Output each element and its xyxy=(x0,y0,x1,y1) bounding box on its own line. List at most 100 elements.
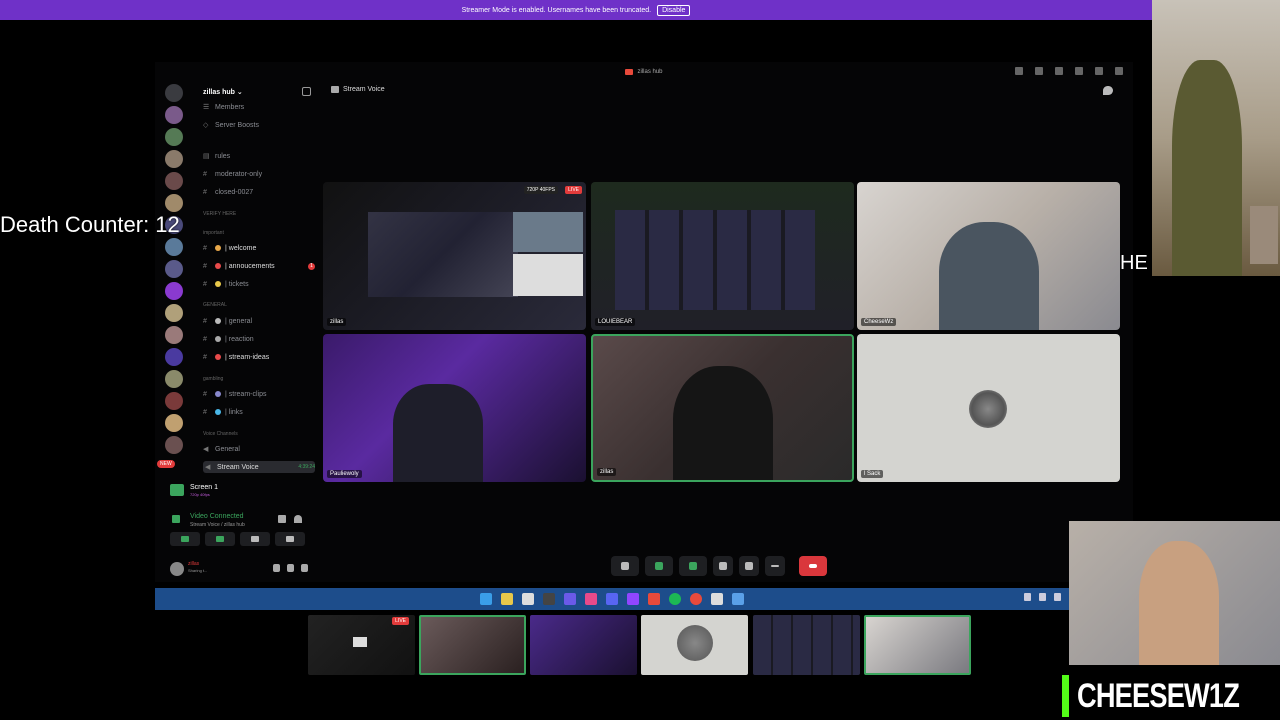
app-icon[interactable] xyxy=(690,593,702,605)
window-titlebar: zillas hub xyxy=(155,62,1133,82)
speaker-icon: ◀ xyxy=(203,446,209,453)
share-screen-button[interactable] xyxy=(205,532,235,546)
server-icon[interactable] xyxy=(165,128,183,146)
spotify-icon[interactable] xyxy=(669,593,681,605)
maximize-icon[interactable] xyxy=(1095,67,1103,75)
obs-icon[interactable] xyxy=(543,593,555,605)
video-tile[interactable]: Pauliewoly xyxy=(323,334,586,482)
speaker-icon xyxy=(331,86,339,93)
video-tile-selected[interactable]: zillas xyxy=(591,334,854,482)
strip-tile[interactable] xyxy=(753,615,860,675)
voice-status[interactable]: Video Connected xyxy=(190,513,244,520)
app-icon[interactable] xyxy=(627,593,639,605)
channel-item[interactable]: ▤ rules xyxy=(203,150,315,162)
add-member-icon[interactable] xyxy=(302,87,311,96)
channel-item[interactable]: ◇ Server Boosts xyxy=(203,119,315,131)
channel-item[interactable]: # | tickets xyxy=(203,278,315,290)
start-icon[interactable] xyxy=(480,593,492,605)
app-icon[interactable] xyxy=(711,593,723,605)
voice-channel-active[interactable]: ◀ Stream Voice 4:39:24 xyxy=(203,461,315,473)
microphone-icon[interactable] xyxy=(1039,593,1046,601)
channel-item[interactable]: # | links xyxy=(203,406,315,418)
channel-logo: CHEESEW1Z xyxy=(1062,672,1280,720)
soundboard-button[interactable] xyxy=(275,532,305,546)
channel-category[interactable]: gambling xyxy=(203,373,315,385)
camera-toggle-button[interactable] xyxy=(645,556,673,576)
minimize-icon[interactable] xyxy=(1075,67,1083,75)
strip-tile[interactable]: LIVE xyxy=(308,615,415,675)
chevron-up-icon[interactable] xyxy=(1024,593,1031,601)
server-icon[interactable] xyxy=(165,260,183,278)
strip-tile[interactable] xyxy=(864,615,971,675)
server-icon[interactable] xyxy=(165,106,183,124)
grid-icon xyxy=(719,562,727,570)
disconnect-icon[interactable] xyxy=(294,515,302,523)
mute-button[interactable] xyxy=(611,556,639,576)
inbox-icon[interactable] xyxy=(1035,67,1043,75)
screen-share-button[interactable] xyxy=(679,556,707,576)
channel-category[interactable]: Voice Channels xyxy=(203,428,315,440)
avatar[interactable] xyxy=(170,562,184,576)
channel-item[interactable]: # | reaction xyxy=(203,333,315,345)
server-icon[interactable] xyxy=(165,392,183,410)
server-icon[interactable] xyxy=(165,348,183,366)
channel-label: rules xyxy=(215,152,231,160)
server-icon[interactable] xyxy=(165,304,183,322)
camera-button[interactable] xyxy=(170,532,200,546)
channel-item[interactable]: # | stream-ideas xyxy=(203,351,315,363)
video-tile[interactable]: CheeseWz xyxy=(857,182,1120,330)
video-tile[interactable]: LOUIEBEAR xyxy=(591,182,854,330)
channel-item[interactable]: # | welcome xyxy=(203,242,315,254)
chrome-icon[interactable] xyxy=(522,593,534,605)
server-icon[interactable] xyxy=(165,326,183,344)
channel-item[interactable]: # | general xyxy=(203,315,315,327)
server-icon[interactable] xyxy=(165,150,183,168)
discord-icon[interactable] xyxy=(606,593,618,605)
help-icon[interactable] xyxy=(1055,67,1063,75)
activities-button[interactable] xyxy=(713,556,733,576)
noise-suppression-icon[interactable] xyxy=(278,515,286,523)
soundboard-button[interactable] xyxy=(739,556,759,576)
network-icon[interactable] xyxy=(1054,593,1061,601)
close-icon[interactable] xyxy=(1115,67,1123,75)
server-name[interactable]: zillas hub ⌄ xyxy=(203,88,243,96)
channel-category[interactable]: important xyxy=(203,227,315,239)
server-icon[interactable] xyxy=(165,172,183,190)
app-icon[interactable] xyxy=(585,593,597,605)
channel-item[interactable]: # | stream-clips xyxy=(203,388,315,400)
file-explorer-icon[interactable] xyxy=(501,593,513,605)
voice-channel[interactable]: ◀ General xyxy=(203,443,315,455)
video-tile[interactable]: 720P 40FPS LIVE zillas xyxy=(323,182,586,330)
microphone-icon[interactable] xyxy=(273,564,280,572)
activities-button[interactable] xyxy=(240,532,270,546)
channel-category[interactable]: GENERAL xyxy=(203,299,315,311)
home-icon[interactable] xyxy=(165,84,183,102)
screen-share-row[interactable]: Screen 1 720p 40fps xyxy=(170,482,310,500)
channel-item[interactable]: ☰ Members xyxy=(203,101,315,113)
disable-streamer-mode-button[interactable]: Disable xyxy=(657,4,691,16)
server-icon[interactable] xyxy=(165,238,183,256)
server-icon[interactable] xyxy=(165,414,183,432)
channel-item[interactable]: # | annoucements 1 xyxy=(203,260,315,272)
flag-icon[interactable] xyxy=(1015,67,1023,75)
steam-icon[interactable] xyxy=(732,593,744,605)
strip-tile[interactable] xyxy=(641,615,748,675)
gear-icon[interactable] xyxy=(301,564,308,572)
screen-share-icon xyxy=(216,536,224,542)
server-icon[interactable] xyxy=(165,370,183,388)
app-icon[interactable] xyxy=(648,593,660,605)
chat-icon[interactable] xyxy=(1103,86,1113,95)
app-icon[interactable] xyxy=(564,593,576,605)
channel-item[interactable]: # closed-0027 xyxy=(203,186,315,198)
channel-category[interactable]: VERIFY HERE xyxy=(203,208,315,220)
strip-tile-selected[interactable] xyxy=(419,615,526,675)
headphones-icon[interactable] xyxy=(287,564,294,572)
server-icon[interactable] xyxy=(165,282,183,300)
strip-tile[interactable] xyxy=(530,615,637,675)
server-icon[interactable] xyxy=(165,436,183,454)
leave-call-button[interactable] xyxy=(799,556,827,576)
video-tile[interactable]: l Sack xyxy=(857,334,1120,482)
more-button[interactable] xyxy=(765,556,785,576)
server-icon[interactable] xyxy=(165,194,183,212)
channel-item[interactable]: # moderator-only xyxy=(203,168,315,180)
